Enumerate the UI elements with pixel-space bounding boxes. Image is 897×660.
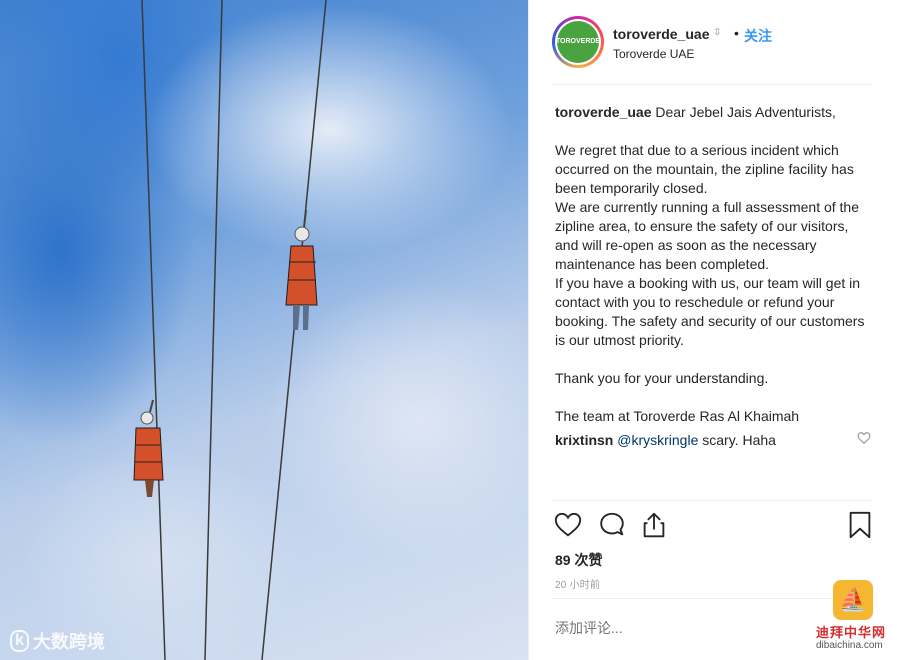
username-link[interactable]: toroverde_uae — [613, 26, 709, 42]
caption-line-2: We regret that due to a serious incident… — [555, 142, 854, 196]
separator-dot: • — [734, 25, 739, 41]
watermark-logo: k — [10, 630, 29, 652]
watermark-right: ⛵ 迪拜中华网 dibaichina.com — [800, 580, 897, 660]
caption-line-5: Thank you for your understanding. — [555, 370, 769, 386]
comment-icon[interactable] — [597, 510, 627, 540]
watermark-text: 大数跨境 — [32, 632, 105, 652]
watermark-en: dibaichina.com — [816, 640, 883, 651]
caption-line-3: We are currently running a full assessme… — [555, 199, 860, 272]
comment-row: krixtinsn @kryskringle scary. Haha — [555, 431, 855, 450]
bookmark-icon[interactable] — [845, 510, 875, 540]
post-timestamp: 20 小时前 — [555, 580, 601, 591]
comment-mention[interactable]: @kryskringle — [617, 432, 698, 448]
like-count[interactable]: 89 次赞 — [555, 550, 602, 570]
post-photo[interactable]: k 大数跨境 — [0, 0, 528, 660]
comment-like-heart-icon[interactable] — [857, 431, 871, 445]
caption-line-1: Dear Jebel Jais Adventurists, — [655, 104, 836, 120]
comment-text: scary. Haha — [698, 432, 776, 448]
divider — [553, 500, 871, 501]
post-header: TOROVERDE toroverde_uae ⇳ • 关注 Toroverde… — [529, 0, 897, 84]
share-icon[interactable] — [639, 510, 669, 540]
avatar[interactable]: TOROVERDE — [552, 16, 604, 68]
follow-button[interactable]: 关注 — [744, 26, 772, 46]
zipliner-right — [285, 209, 318, 330]
caption: toroverde_uae Dear Jebel Jais Adventuris… — [555, 103, 875, 426]
sail-logo-icon: ⛵ — [833, 580, 873, 620]
watermark-left: k 大数跨境 — [10, 628, 105, 654]
watermark-cn: 迪拜中华网 — [816, 626, 887, 641]
caption-line-6: The team at Toroverde Ras Al Khaimah — [555, 408, 800, 424]
add-comment-input[interactable] — [555, 620, 805, 636]
sort-arrows-icon: ⇳ — [713, 27, 722, 38]
heart-icon[interactable] — [553, 510, 583, 540]
avatar-logo: TOROVERDE — [556, 21, 600, 63]
zipline-scene — [133, 0, 327, 660]
caption-line-4: If you have a booking with us, our team … — [555, 275, 865, 348]
location-link[interactable]: Toroverde UAE — [613, 47, 694, 61]
comment-username[interactable]: krixtinsn — [555, 432, 613, 448]
divider — [553, 84, 871, 85]
action-bar — [553, 510, 873, 542]
caption-username[interactable]: toroverde_uae — [555, 104, 651, 120]
post-panel: TOROVERDE toroverde_uae ⇳ • 关注 Toroverde… — [528, 0, 897, 660]
